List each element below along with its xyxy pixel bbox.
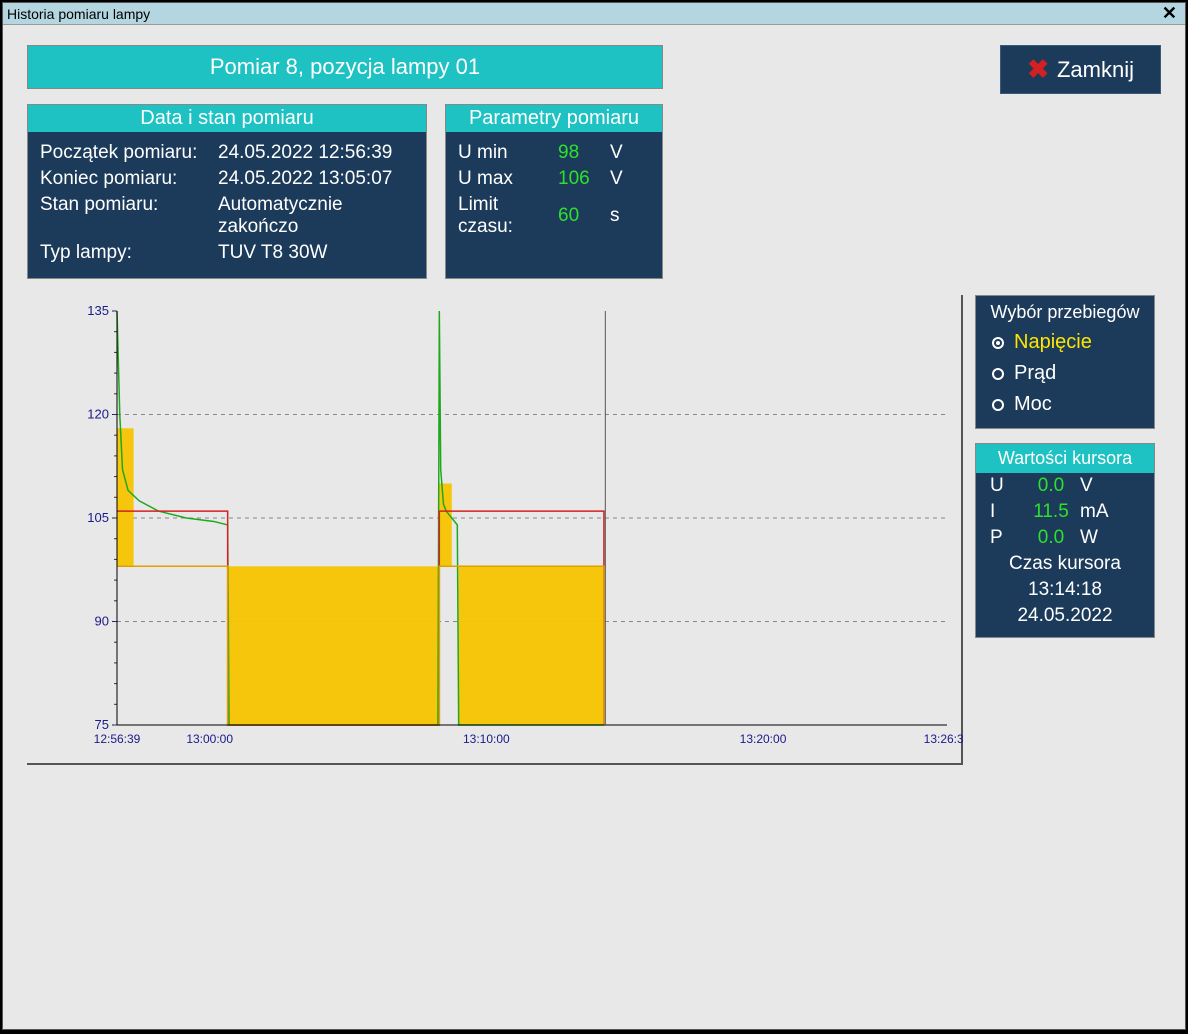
trace-radio-prąd[interactable]: Prąd bbox=[976, 358, 1154, 389]
param-value: 106 bbox=[558, 168, 610, 190]
cursor-values-panel: Wartości kursora U0.0VI11.5mAP0.0W Czas … bbox=[975, 443, 1155, 638]
trace-radio-label: Napięcie bbox=[1014, 331, 1092, 354]
title-bar: Historia pomiaru lampy ✕ bbox=[3, 3, 1185, 25]
date-row: Początek pomiaru:24.05.2022 12:56:39 bbox=[40, 142, 414, 164]
svg-text:75: 75 bbox=[95, 717, 109, 732]
param-unit: V bbox=[610, 168, 640, 190]
date-row: Stan pomiaru:Automatycznie zakończo bbox=[40, 194, 414, 238]
date-row-key: Stan pomiaru: bbox=[40, 194, 218, 238]
cursor-time-label: Czas kursora bbox=[976, 551, 1154, 577]
param-unit: s bbox=[610, 205, 640, 227]
close-button[interactable]: ✖ Zamknij bbox=[1000, 45, 1161, 94]
date-row-key: Typ lampy: bbox=[40, 242, 218, 264]
trace-radio-napięcie[interactable]: Napięcie bbox=[976, 327, 1154, 358]
svg-text:135: 135 bbox=[87, 303, 109, 318]
svg-text:120: 120 bbox=[87, 407, 109, 422]
cursor-value: 11.5 bbox=[1022, 501, 1080, 523]
svg-text:13:26:39: 13:26:39 bbox=[924, 732, 963, 746]
params-panel: Parametry pomiaru U min98VU max106VLimit… bbox=[445, 104, 663, 279]
chart-area[interactable]: 75 90 105 120 135 12:56:39 13:00:00 13:10:00 13:… bbox=[27, 295, 963, 765]
close-button-label: Zamknij bbox=[1057, 57, 1134, 83]
param-key: U max bbox=[458, 168, 558, 190]
param-key: U min bbox=[458, 142, 558, 164]
content-area: Pomiar 8, pozycja lampy 01 ✖ Zamknij Dat… bbox=[3, 25, 1185, 785]
cursor-row: P0.0W bbox=[976, 525, 1154, 551]
radio-icon bbox=[992, 368, 1004, 380]
cursor-value: 0.0 bbox=[1022, 527, 1080, 549]
cursor-key: P bbox=[990, 527, 1022, 549]
param-value: 98 bbox=[558, 142, 610, 164]
param-row: Limit czasu:60s bbox=[458, 194, 650, 238]
cursor-key: U bbox=[990, 475, 1022, 497]
svg-text:13:20:00: 13:20:00 bbox=[740, 732, 787, 746]
trace-select-panel: Wybór przebiegów Napięcie Prąd Moc bbox=[975, 295, 1155, 429]
app-window: Historia pomiaru lampy ✕ Pomiar 8, pozyc… bbox=[2, 2, 1186, 1030]
param-row: U max106V bbox=[458, 168, 650, 190]
trace-radio-moc[interactable]: Moc bbox=[976, 389, 1154, 420]
date-row-key: Koniec pomiaru: bbox=[40, 168, 218, 190]
params-panel-header: Parametry pomiaru bbox=[446, 105, 662, 132]
svg-text:13:10:00: 13:10:00 bbox=[463, 732, 510, 746]
page-title-banner: Pomiar 8, pozycja lampy 01 bbox=[27, 45, 663, 89]
date-row-value: 24.05.2022 12:56:39 bbox=[218, 142, 414, 164]
svg-text:105: 105 bbox=[87, 510, 109, 525]
date-row-key: Początek pomiaru: bbox=[40, 142, 218, 164]
trace-radio-label: Moc bbox=[1014, 393, 1052, 416]
cursor-row: I11.5mA bbox=[976, 499, 1154, 525]
page-title: Pomiar 8, pozycja lampy 01 bbox=[210, 54, 480, 79]
date-row-value: TUV T8 30W bbox=[218, 242, 414, 264]
param-key: Limit czasu: bbox=[458, 194, 558, 238]
cursor-unit: mA bbox=[1080, 501, 1120, 523]
radio-icon bbox=[992, 337, 1004, 349]
cursor-values-header: Wartości kursora bbox=[976, 444, 1154, 473]
svg-text:90: 90 bbox=[95, 614, 109, 629]
date-state-panel-header: Data i stan pomiaru bbox=[28, 105, 426, 132]
radio-icon bbox=[992, 399, 1004, 411]
cursor-row: U0.0V bbox=[976, 473, 1154, 499]
date-state-panel: Data i stan pomiaru Początek pomiaru:24.… bbox=[27, 104, 427, 279]
date-row: Typ lampy:TUV T8 30W bbox=[40, 242, 414, 264]
cursor-key: I bbox=[990, 501, 1022, 523]
cursor-date-value: 24.05.2022 bbox=[976, 603, 1154, 629]
window-close-icon[interactable]: ✕ bbox=[1158, 3, 1181, 24]
svg-text:12:56:39: 12:56:39 bbox=[94, 732, 141, 746]
cursor-time-value: 13:14:18 bbox=[976, 577, 1154, 603]
svg-text:13:00:00: 13:00:00 bbox=[186, 732, 233, 746]
cursor-unit: V bbox=[1080, 475, 1120, 497]
date-row-value: 24.05.2022 13:05:07 bbox=[218, 168, 414, 190]
date-row: Koniec pomiaru:24.05.2022 13:05:07 bbox=[40, 168, 414, 190]
param-value: 60 bbox=[558, 205, 610, 227]
close-icon: ✖ bbox=[1027, 54, 1049, 85]
cursor-value: 0.0 bbox=[1022, 475, 1080, 497]
cursor-unit: W bbox=[1080, 527, 1120, 549]
trace-select-header: Wybór przebiegów bbox=[976, 296, 1154, 327]
date-row-value: Automatycznie zakończo bbox=[218, 194, 414, 238]
trace-radio-label: Prąd bbox=[1014, 362, 1056, 385]
param-unit: V bbox=[610, 142, 640, 164]
param-row: U min98V bbox=[458, 142, 650, 164]
window-title: Historia pomiaru lampy bbox=[7, 6, 150, 22]
